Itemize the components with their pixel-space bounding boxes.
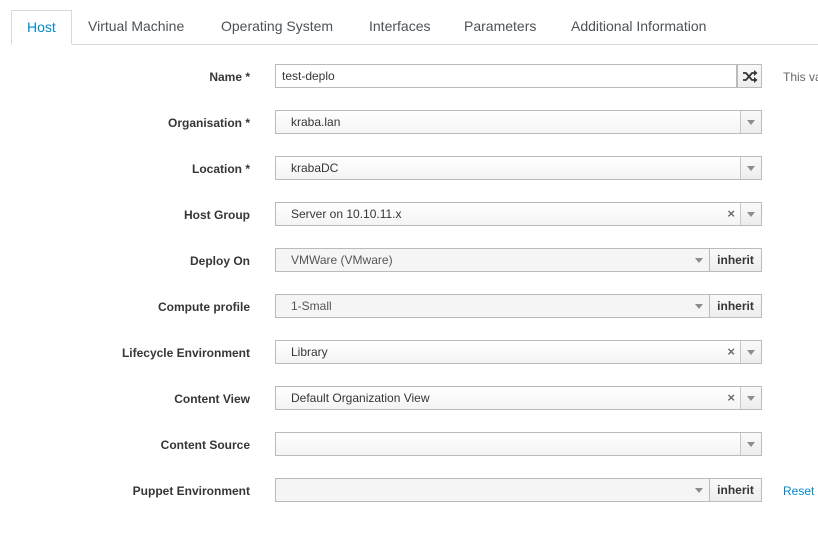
compute-profile-value: 1-Small: [291, 299, 332, 313]
host-group-row: Host Group Server on 10.10.11.x ×: [0, 202, 818, 228]
deploy-on-dropdown-button[interactable]: [689, 249, 709, 271]
puppet-environment-row: Puppet Environment inherit Reset: [0, 478, 818, 504]
content-source-row: Content Source: [0, 432, 818, 458]
name-value: test-deplo: [282, 69, 335, 83]
tab-operating-system[interactable]: Operating System: [206, 10, 348, 43]
content-view-dropdown-button[interactable]: [740, 387, 761, 409]
content-view-label: Content View: [174, 392, 250, 406]
clear-icon[interactable]: ×: [727, 203, 735, 225]
compute-profile-row: Compute profile 1-Small inherit: [0, 294, 818, 320]
lifecycle-environment-dropdown-button[interactable]: [740, 341, 761, 363]
host-group-select[interactable]: Server on 10.10.11.x ×: [275, 202, 762, 226]
puppet-environment-label: Puppet Environment: [132, 484, 250, 498]
deploy-on-value: VMWare (VMware): [291, 253, 393, 267]
name-label: Name *: [209, 70, 250, 84]
chevron-down-icon: [747, 212, 755, 217]
content-view-row: Content View Default Organization View ×: [0, 386, 818, 412]
location-dropdown-button[interactable]: [740, 157, 761, 179]
host-group-label: Host Group: [184, 208, 250, 222]
puppet-environment-select[interactable]: [275, 478, 710, 502]
compute-profile-dropdown-button[interactable]: [689, 295, 709, 317]
deploy-on-row: Deploy On VMWare (VMware) inherit: [0, 248, 818, 274]
chevron-down-icon: [747, 442, 755, 447]
organisation-select[interactable]: kraba.lan: [275, 110, 762, 134]
chevron-down-icon: [695, 304, 703, 309]
clear-icon[interactable]: ×: [727, 341, 735, 363]
tab-host[interactable]: Host: [11, 10, 72, 45]
lifecycle-environment-select[interactable]: Library ×: [275, 340, 762, 364]
tab-additional-information[interactable]: Additional Information: [556, 10, 721, 43]
tab-bar: Host Virtual Machine Operating System In…: [11, 10, 818, 45]
puppet-environment-dropdown-button[interactable]: [689, 479, 709, 501]
organisation-label: Organisation *: [167, 116, 250, 130]
chevron-down-icon: [747, 166, 755, 171]
randomize-name-button[interactable]: [737, 64, 762, 88]
puppet-environment-reset-link[interactable]: Reset: [783, 478, 814, 504]
chevron-down-icon: [695, 258, 703, 263]
tab-parameters[interactable]: Parameters: [449, 10, 551, 43]
tab-virtual-machine[interactable]: Virtual Machine: [73, 10, 199, 43]
clear-icon[interactable]: ×: [727, 387, 735, 409]
organisation-value: kraba.lan: [291, 115, 341, 129]
lifecycle-environment-label: Lifecycle Environment: [121, 346, 250, 360]
content-source-select[interactable]: [275, 432, 762, 456]
compute-profile-label: Compute profile: [158, 300, 250, 314]
location-row: Location * krabaDC: [0, 156, 818, 182]
organisation-row: Organisation * kraba.lan: [0, 110, 818, 136]
puppet-environment-inherit-button[interactable]: inherit: [709, 478, 762, 502]
name-row: Name * test-deplo This va: [0, 64, 818, 90]
content-source-dropdown-button[interactable]: [740, 433, 761, 455]
location-select[interactable]: krabaDC: [275, 156, 762, 180]
chevron-down-icon: [747, 350, 755, 355]
chevron-down-icon: [747, 396, 755, 401]
compute-profile-select[interactable]: 1-Small: [275, 294, 710, 318]
host-group-dropdown-button[interactable]: [740, 203, 761, 225]
chevron-down-icon: [695, 488, 703, 493]
content-source-label: Content Source: [160, 438, 250, 452]
organisation-dropdown-button[interactable]: [740, 111, 761, 133]
lifecycle-environment-row: Lifecycle Environment Library ×: [0, 340, 818, 366]
content-view-value: Default Organization View: [291, 391, 430, 405]
chevron-down-icon: [747, 120, 755, 125]
deploy-on-inherit-button[interactable]: inherit: [709, 248, 762, 272]
deploy-on-label: Deploy On: [189, 254, 250, 268]
content-view-select[interactable]: Default Organization View ×: [275, 386, 762, 410]
name-help-text: This va: [783, 70, 818, 84]
compute-profile-inherit-button[interactable]: inherit: [709, 294, 762, 318]
location-label: Location *: [191, 162, 250, 176]
location-value: krabaDC: [291, 161, 339, 175]
name-input[interactable]: test-deplo: [275, 64, 737, 88]
tab-interfaces[interactable]: Interfaces: [354, 10, 445, 43]
host-group-value: Server on 10.10.11.x: [291, 207, 402, 221]
deploy-on-select[interactable]: VMWare (VMware): [275, 248, 710, 272]
lifecycle-environment-value: Library: [291, 345, 328, 359]
